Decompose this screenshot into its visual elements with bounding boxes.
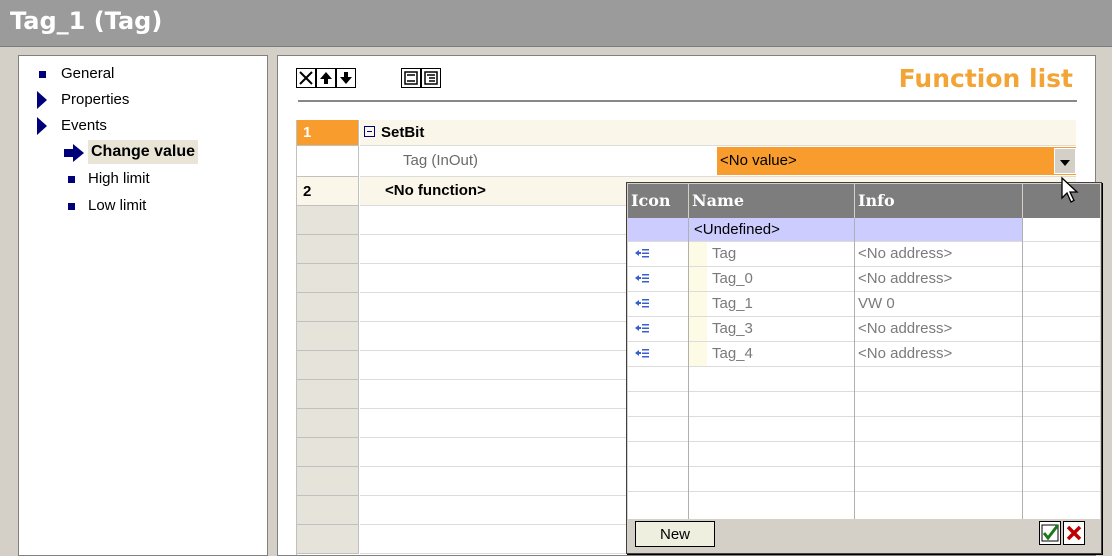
empty-tag-row (628, 392, 1100, 417)
tree-item-change-value[interactable]: Change value (63, 140, 263, 164)
tree-item-properties[interactable]: Properties (37, 88, 237, 112)
tag-name: Tag (712, 245, 737, 262)
tag-name: Tag_1 (712, 295, 753, 312)
mouse-cursor (1061, 176, 1079, 203)
tag-row[interactable]: Tag_4 <No address> (628, 342, 1100, 367)
column-header-name[interactable]: Name (689, 184, 855, 218)
empty-tag-row (628, 367, 1100, 392)
collapse-button[interactable] (401, 68, 421, 88)
cancel-button[interactable] (1063, 521, 1085, 545)
empty-row-number (297, 206, 359, 235)
tree-item-label: Events (61, 117, 107, 134)
new-tag-button[interactable]: New (635, 521, 715, 547)
row-number-text: 2 (303, 183, 312, 200)
tag-icon (635, 249, 649, 258)
tag-info: <No address> (858, 345, 953, 362)
empty-row-number (297, 264, 359, 293)
delete-icon (299, 71, 313, 85)
tag-row[interactable]: Tag_1 VW 0 (628, 292, 1100, 317)
tag-icon (635, 324, 649, 333)
row-number-text: 1 (303, 124, 312, 141)
empty-row-number (297, 409, 359, 438)
bullet-icon (68, 176, 75, 183)
expand-icon (424, 71, 438, 85)
tree-item-general[interactable]: General (39, 62, 239, 86)
selected-arrow-icon (64, 144, 84, 162)
parameter-row[interactable]: Tag (InOut) <No value> (360, 146, 1076, 177)
undefined-row[interactable]: <Undefined> (628, 218, 1100, 242)
move-up-button[interactable] (316, 68, 336, 88)
tree-item-low-limit[interactable]: Low limit (68, 194, 248, 218)
bullet-icon (39, 71, 46, 78)
tag-icon (635, 349, 649, 358)
tag-selection-popup: Icon Name Info <Undefined> Tag <No addres… (626, 182, 1102, 554)
parameter-value-field[interactable]: <No value> (717, 147, 1076, 175)
empty-tag-row (628, 467, 1100, 492)
chevron-down-icon (1060, 160, 1070, 166)
function-name: <No function> (385, 182, 486, 199)
row-number[interactable]: 2 (297, 177, 359, 206)
expand-arrow-icon[interactable] (37, 91, 47, 109)
tag-icon (635, 299, 649, 308)
parameter-value: <No value> (720, 152, 797, 169)
tag-info: <No address> (858, 320, 953, 337)
function-row[interactable]: SetBit (360, 120, 1076, 146)
property-tree: General Properties Events Change value H… (18, 55, 268, 556)
empty-row-number (297, 380, 359, 409)
tag-row[interactable]: Tag_0 <No address> (628, 267, 1100, 292)
tag-info: <No address> (858, 245, 953, 262)
tag-name: Tag_0 (712, 270, 753, 287)
title-bar: Tag_1 (Tag) (0, 0, 1112, 47)
tree-item-label: General (61, 65, 115, 82)
empty-tag-row (628, 442, 1100, 467)
empty-row-number (297, 496, 359, 525)
empty-row-number (297, 322, 359, 351)
tag-name: Tag_4 (712, 345, 753, 362)
move-down-icon (340, 72, 352, 84)
tree-item-label: Low limit (88, 197, 147, 214)
collapse-toggle-icon[interactable] (364, 126, 375, 137)
tag-info: VW 0 (858, 295, 895, 312)
window-title: Tag_1 (Tag) (10, 7, 163, 35)
tag-icon (635, 274, 649, 283)
undefined-label: <Undefined> (694, 221, 780, 238)
collapse-icon (404, 71, 418, 85)
tag-info: <No address> (858, 270, 953, 287)
delete-button[interactable] (296, 68, 316, 88)
empty-tag-row (628, 417, 1100, 442)
tag-name: Tag_3 (712, 320, 753, 337)
tree-item-label: Change value (88, 140, 199, 164)
close-icon (1066, 525, 1082, 541)
ok-button[interactable] (1039, 521, 1061, 545)
empty-row-number (297, 525, 359, 554)
tree-item-label: Properties (61, 91, 130, 108)
checkmark-icon (1041, 524, 1060, 542)
column-header-info[interactable]: Info (855, 184, 1023, 218)
title-divider (298, 100, 1077, 102)
parameter-name: Tag (InOut) (403, 152, 479, 169)
tag-row[interactable]: Tag_3 <No address> (628, 317, 1100, 342)
expand-arrow-icon[interactable] (37, 117, 47, 135)
tree-item-label: High limit (88, 170, 150, 187)
empty-row-number (297, 235, 359, 264)
tag-list: <Undefined> Tag <No address> Tag_0 <No addr… (628, 218, 1100, 519)
move-down-button[interactable] (336, 68, 356, 88)
bullet-icon (68, 203, 75, 210)
empty-row-number (297, 467, 359, 496)
tree-item-events[interactable]: Events (37, 114, 237, 138)
empty-row-number (297, 438, 359, 467)
function-list-title: Function list (898, 64, 1073, 93)
row-number[interactable]: 1 (297, 120, 359, 146)
function-name: SetBit (381, 124, 425, 141)
empty-row-number (297, 351, 359, 380)
move-up-icon (320, 72, 332, 84)
dropdown-button[interactable] (1054, 148, 1076, 174)
column-header-icon[interactable]: Icon (628, 184, 689, 218)
expand-button[interactable] (421, 68, 441, 88)
row-number (297, 146, 359, 177)
tag-row[interactable]: Tag <No address> (628, 242, 1100, 267)
tree-item-high-limit[interactable]: High limit (68, 167, 248, 191)
empty-row-number (297, 293, 359, 322)
